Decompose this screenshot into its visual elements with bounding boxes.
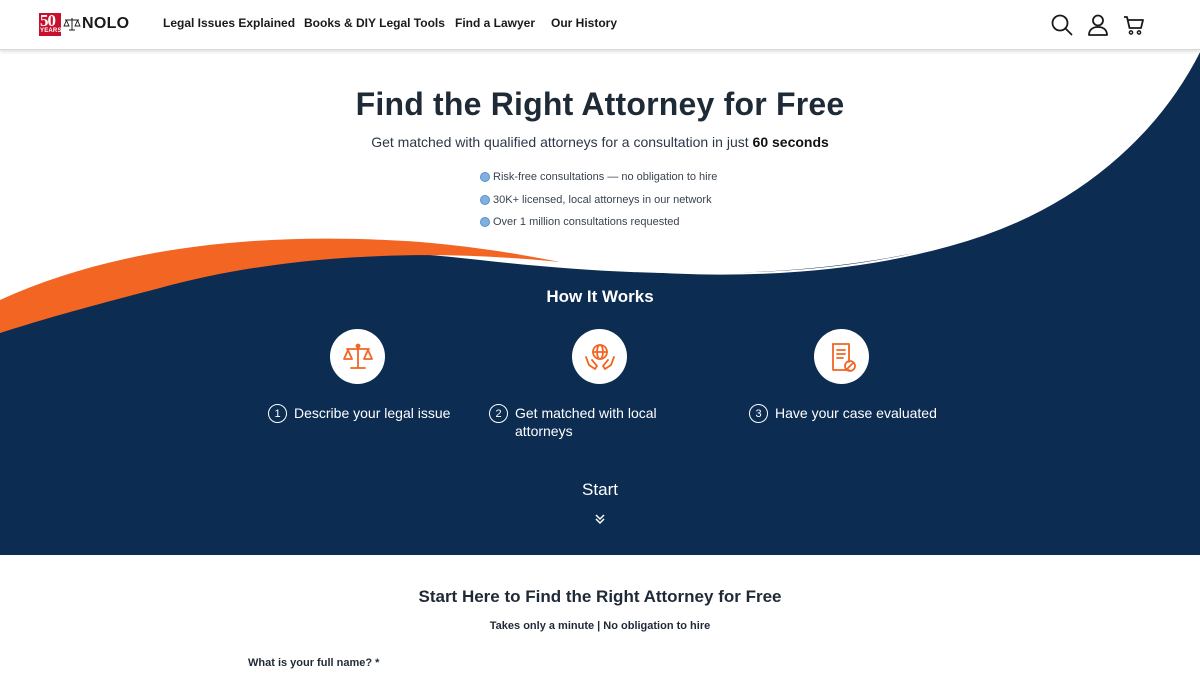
hero-subtitle-emphasis: 60 seconds — [752, 134, 829, 150]
step-label: Get matched with local attorneys — [515, 405, 657, 439]
bullet-item: Risk-free consultations — no obligation … — [480, 166, 717, 189]
step-3-icon-circle — [814, 329, 869, 384]
bullet-text: Over 1 million consultations requested — [493, 216, 680, 229]
globe-hands-icon — [584, 343, 615, 370]
document-check-icon — [831, 342, 856, 372]
hero-subtitle: Get matched with qualified attorneys for… — [0, 134, 1200, 150]
bullet-item: Over 1 million consultations requested — [480, 211, 717, 234]
full-name-label: What is your full name? * — [248, 657, 380, 669]
globe-bullet-icon — [480, 217, 490, 228]
bullet-text: Risk-free consultations — no obligation … — [493, 171, 718, 184]
step-3: 3 Have your case evaluated — [749, 404, 937, 423]
double-chevron-down-icon[interactable] — [594, 513, 606, 525]
step-number-badge: 1 — [268, 404, 287, 423]
start-button[interactable]: Start — [0, 480, 1200, 500]
search-icon[interactable] — [1050, 13, 1074, 37]
globe-bullet-icon — [480, 172, 490, 183]
scales-logo-icon — [63, 18, 81, 31]
hero-bullet-list: Risk-free consultations — no obligation … — [480, 166, 717, 234]
step-1: 1 Describe your legal issue — [268, 404, 450, 423]
cart-icon[interactable] — [1122, 13, 1146, 37]
nav-find-a-lawyer[interactable]: Find a Lawyer — [455, 16, 535, 30]
form-title: Start Here to Find the Right Attorney fo… — [418, 587, 782, 606]
step-label: Have your case evaluated — [775, 405, 937, 421]
step-number-badge: 2 — [489, 404, 508, 423]
fifty-years-badge: 50 YEARS — [39, 11, 62, 36]
hero-title: Find the Right Attorney for Free — [355, 86, 845, 122]
nav-books-diy-legal-tools[interactable]: Books & DIY Legal Tools — [304, 16, 445, 30]
step-2-icon-circle — [572, 329, 627, 384]
bullet-item: 30K+ licensed, local attorneys in our ne… — [480, 189, 717, 212]
badge-years: YEARS — [40, 27, 62, 34]
hero-subtitle-text: Get matched with qualified attorneys for… — [371, 134, 753, 150]
globe-bullet-icon — [480, 194, 490, 205]
step-1-icon-circle — [330, 329, 385, 384]
nolo-logo[interactable]: 50 YEARS NOLO — [39, 11, 130, 36]
logo-wordmark: NOLO — [82, 15, 130, 32]
form-subtitle: Takes only a minute | No obligation to h… — [489, 620, 711, 632]
scales-icon — [342, 343, 373, 369]
step-2: 2 Get matched with local attorneys — [489, 404, 679, 440]
how-it-works-title: How It Works — [546, 287, 654, 306]
nav-our-history[interactable]: Our History — [551, 16, 617, 30]
bullet-text: 30K+ licensed, local attorneys in our ne… — [493, 193, 712, 206]
step-number-badge: 3 — [749, 404, 768, 423]
step-label: Describe your legal issue — [294, 405, 451, 421]
account-icon[interactable] — [1086, 13, 1110, 37]
nav-legal-issues-explained[interactable]: Legal Issues Explained — [163, 16, 295, 30]
site-header: 50 YEARS NOLO Legal Issues Explained Boo… — [0, 0, 1200, 50]
